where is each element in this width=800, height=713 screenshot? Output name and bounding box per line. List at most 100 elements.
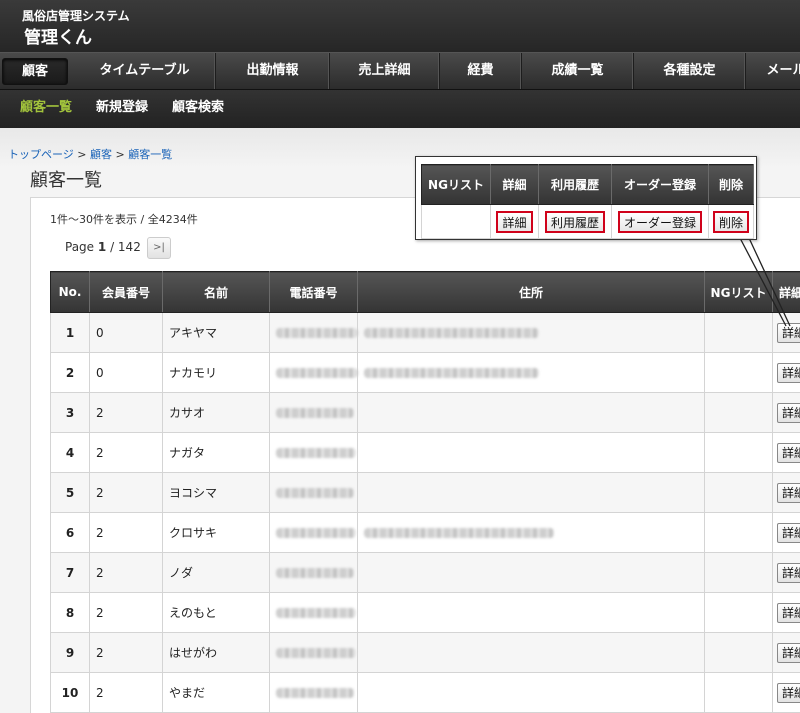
redacted-phone <box>276 648 356 658</box>
row-detail-button[interactable]: 詳細 <box>777 442 800 463</box>
breadcrumb-home[interactable]: トップページ <box>8 148 74 161</box>
cell-ng-list <box>704 312 773 353</box>
cell-detail: 詳細 <box>772 552 800 593</box>
cell-member-no: 2 <box>89 632 163 673</box>
cell-detail: 詳細 <box>772 352 800 393</box>
cell-ng-list <box>704 632 773 673</box>
redacted-phone <box>276 528 356 538</box>
redacted-address <box>364 528 554 538</box>
table-row: 52ヨコシマ 詳細 <box>50 472 800 513</box>
cell-phone <box>269 352 358 393</box>
redacted-address <box>364 328 539 338</box>
redacted-phone <box>276 568 354 578</box>
page-label: Page <box>65 240 95 254</box>
cell-name: カサオ <box>162 392 270 433</box>
table-row: 102やまだ 詳細 <box>50 672 800 713</box>
nav-customers[interactable]: 顧客 <box>2 58 68 85</box>
cell-address <box>357 512 705 553</box>
cell-ng-list <box>704 592 773 633</box>
redacted-phone <box>276 448 356 458</box>
nav-sales-detail[interactable]: 売上詳細 <box>330 53 440 89</box>
cell-ng-list <box>704 432 773 473</box>
redacted-phone <box>276 328 358 338</box>
action-buttons-callout: NGリスト 詳細 利用履歴 オーダー登録 削除 詳細 利用履歴 オーダー登録 削… <box>415 156 757 240</box>
row-detail-button[interactable]: 詳細 <box>777 642 800 663</box>
subnav-new-registration[interactable]: 新規登録 <box>96 90 148 128</box>
cell-member-no: 2 <box>89 512 163 553</box>
cell-address <box>357 392 705 433</box>
cell-phone <box>269 512 358 553</box>
callout-header-ng-list: NGリスト <box>421 164 491 205</box>
cell-ng-list <box>704 672 773 713</box>
cell-name: ノダ <box>162 552 270 593</box>
detail-button[interactable]: 詳細 <box>496 210 533 233</box>
table-row: 62クロサキ 詳細 <box>50 512 800 553</box>
result-count: 1件～30件を表示 / 全4234件 <box>50 213 198 226</box>
customer-table: No. 会員番号 名前 電話番号 住所 NGリスト 詳細 10アキヤマ詳細20ナ… <box>50 271 800 713</box>
app-header: 風俗店管理システム 管理くん <box>0 0 800 52</box>
callout-history-cell: 利用履歴 <box>538 204 612 239</box>
cell-detail: 詳細 <box>772 512 800 553</box>
nav-attendance[interactable]: 出勤情報 <box>216 53 330 89</box>
callout-table: NGリスト 詳細 利用履歴 オーダー登録 削除 詳細 利用履歴 オーダー登録 削… <box>421 164 754 239</box>
page-separator: / <box>106 240 118 254</box>
callout-ng-cell <box>421 204 491 239</box>
breadcrumb-current[interactable]: 顧客一覧 <box>128 148 172 161</box>
cell-ng-list <box>704 392 773 433</box>
cell-name: えのもと <box>162 592 270 633</box>
cell-no: 9 <box>50 632 90 673</box>
row-detail-button[interactable]: 詳細 <box>777 322 800 343</box>
breadcrumb-customers[interactable]: 顧客 <box>90 148 112 161</box>
callout-header-order: オーダー登録 <box>611 164 709 205</box>
subnav-customer-search[interactable]: 顧客検索 <box>172 90 224 128</box>
row-detail-button[interactable]: 詳細 <box>777 522 800 543</box>
nav-timetable[interactable]: タイムテーブル <box>74 53 216 89</box>
cell-address <box>357 472 705 513</box>
cell-phone <box>269 632 358 673</box>
nav-settings[interactable]: 各種設定 <box>634 53 746 89</box>
col-header-ng-list: NGリスト <box>704 271 773 313</box>
cell-address <box>357 632 705 673</box>
callout-header-history: 利用履歴 <box>538 164 612 205</box>
subnav-customer-list[interactable]: 顧客一覧 <box>20 90 72 128</box>
cell-address <box>357 432 705 473</box>
cell-name: ナカモリ <box>162 352 270 393</box>
row-detail-button[interactable]: 詳細 <box>777 362 800 383</box>
callout-delete-cell: 削除 <box>708 204 754 239</box>
cell-phone <box>269 672 358 713</box>
table-row: 72ノダ 詳細 <box>50 552 800 593</box>
nav-results[interactable]: 成績一覧 <box>522 53 634 89</box>
next-page-button[interactable]: >| <box>147 237 171 259</box>
row-detail-button[interactable]: 詳細 <box>777 482 800 503</box>
cell-member-no: 2 <box>89 552 163 593</box>
cell-no: 5 <box>50 472 90 513</box>
cell-no: 3 <box>50 392 90 433</box>
cell-detail: 詳細 <box>772 592 800 633</box>
cell-detail: 詳細 <box>772 472 800 513</box>
nav-expenses[interactable]: 経費 <box>440 53 522 89</box>
app-title[interactable]: 管理くん <box>24 23 92 48</box>
row-detail-button[interactable]: 詳細 <box>777 602 800 623</box>
cell-member-no: 2 <box>89 432 163 473</box>
delete-button[interactable]: 削除 <box>712 210 749 233</box>
cell-no: 6 <box>50 512 90 553</box>
callout-button-row: 詳細 利用履歴 オーダー登録 削除 <box>421 204 754 239</box>
callout-header-delete: 削除 <box>708 164 754 205</box>
table-row: 92はせがわ 詳細 <box>50 632 800 673</box>
redacted-phone <box>276 688 354 698</box>
redacted-phone <box>276 408 354 418</box>
row-detail-button[interactable]: 詳細 <box>777 402 800 423</box>
cell-address <box>357 672 705 713</box>
cell-name: やまだ <box>162 672 270 713</box>
cell-phone <box>269 592 358 633</box>
callout-header-detail: 詳細 <box>490 164 539 205</box>
order-register-button[interactable]: オーダー登録 <box>617 210 702 233</box>
usage-history-button[interactable]: 利用履歴 <box>544 210 605 233</box>
page-title: 顧客一覧 <box>30 170 102 191</box>
row-detail-button[interactable]: 詳細 <box>777 562 800 583</box>
current-page: 1 <box>97 240 107 254</box>
table-row: 82えのもと 詳細 <box>50 592 800 633</box>
nav-mail[interactable]: メール <box>746 53 800 89</box>
main-nav: 顧客 タイムテーブル 出勤情報 売上詳細 経費 成績一覧 各種設定 メール <box>0 52 800 90</box>
row-detail-button[interactable]: 詳細 <box>777 682 800 703</box>
